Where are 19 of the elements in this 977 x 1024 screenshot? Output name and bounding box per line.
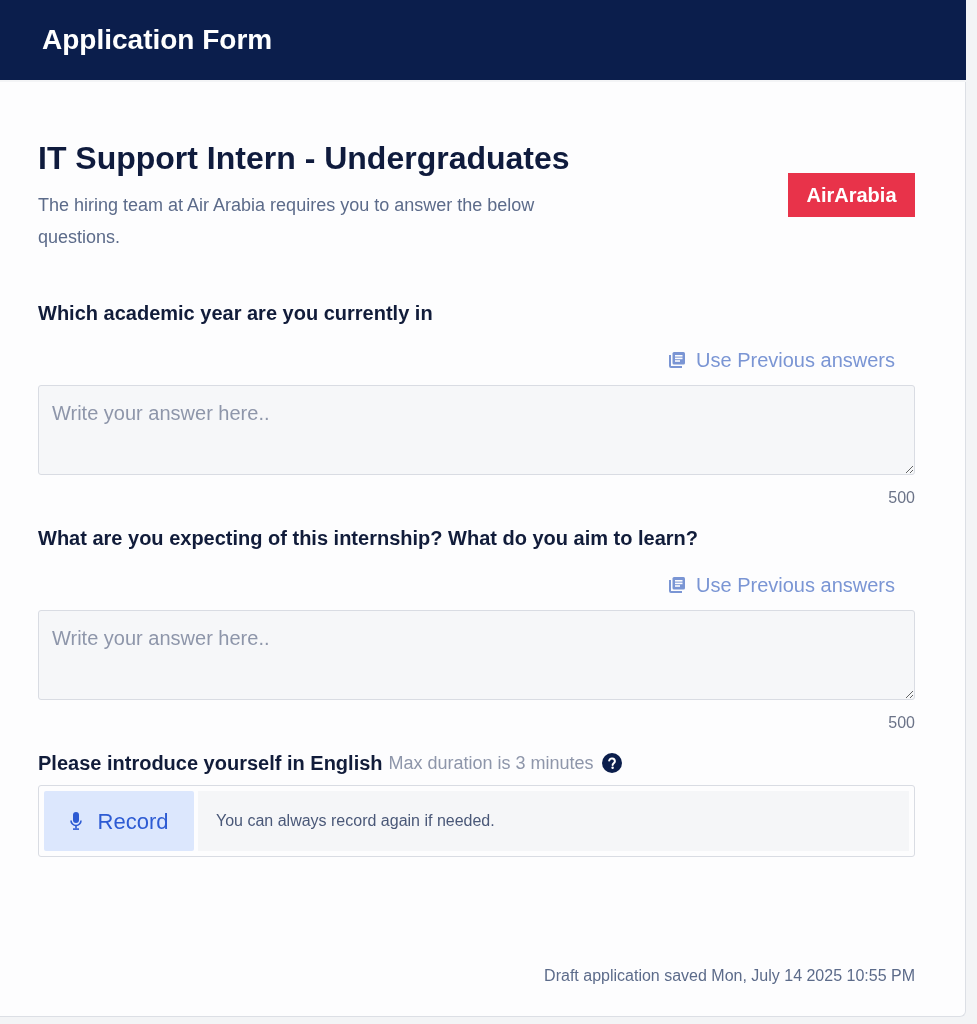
- recording-message: You can always record again if needed.: [198, 791, 909, 851]
- duration-hint: Max duration is 3 minutes: [388, 752, 594, 775]
- page-title: Application Form: [42, 23, 273, 57]
- answer-field[interactable]: Write your answer here..: [38, 385, 915, 475]
- record-button[interactable]: Record: [44, 791, 194, 851]
- question-label: Please introduce yourself in English: [38, 751, 383, 776]
- company-logo: AirArabia: [788, 173, 915, 217]
- microphone-icon: [69, 812, 82, 830]
- question-label: Which academic year are you currently in: [38, 301, 433, 326]
- character-limit: 500: [888, 488, 915, 508]
- help-icon[interactable]: [601, 753, 622, 773]
- job-description: The hiring team at Air Arabia requires you to answer the below questions.: [38, 194, 536, 249]
- question-label: What are you expecting of this internship? What do you aim to learn?: [38, 526, 699, 551]
- documents-icon: [668, 351, 687, 369]
- job-title: IT Support Intern - Undergraduates: [38, 139, 571, 178]
- character-limit: 500: [888, 713, 915, 733]
- draft-saved-status: Draft application saved Mon, July 14 2025 10:55 PM: [544, 966, 915, 986]
- answer-field[interactable]: Write your answer here..: [38, 610, 915, 700]
- documents-icon: [668, 576, 687, 594]
